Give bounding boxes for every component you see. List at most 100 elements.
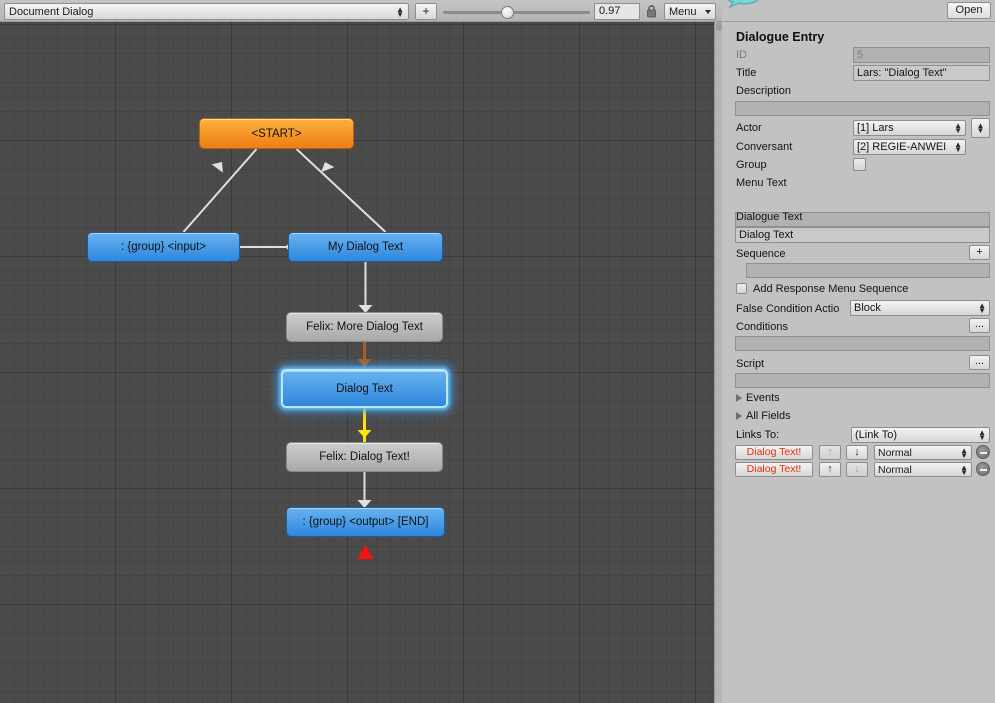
graph-node-felix2[interactable]: Felix: Dialog Text!: [286, 442, 443, 472]
open-button[interactable]: Open: [947, 2, 991, 19]
id-field: 5: [853, 47, 990, 63]
link-move-up-button[interactable]: ↑: [819, 462, 841, 477]
graph-node-label: My Dialog Text: [328, 241, 403, 253]
inspector-pane: Open Dialogue Entry ID 5 Title Lars: "Di…: [722, 0, 995, 703]
inspector-body: Dialogue Entry ID 5 Title Lars: "Dialog …: [722, 23, 995, 703]
menu-dropdown[interactable]: Menu: [664, 3, 716, 20]
graph-editor-pane: Document Dialog ▲▼ + 0.97 Menu: [0, 0, 722, 703]
group-row: Group: [722, 157, 995, 175]
link-start-to-input: [184, 149, 257, 232]
chevron-right-icon: [736, 412, 742, 420]
graph-node-label: : {group} <output> [END]: [303, 516, 429, 528]
link-move-up-button: ↑: [819, 445, 841, 460]
group-checkbox[interactable]: [853, 158, 866, 171]
conditions-input[interactable]: [735, 336, 990, 351]
link-arrowhead-icon: [212, 158, 228, 173]
lock-icon[interactable]: [646, 5, 657, 18]
sequence-row: Sequence +: [722, 246, 995, 264]
false-condition-row: False Condition Actio Block ▲▼: [722, 301, 995, 319]
false-condition-dropdown[interactable]: Block ▲▼: [850, 300, 990, 316]
sequence-input[interactable]: [746, 263, 990, 278]
sequence-label: Sequence: [736, 248, 786, 260]
dialogue-editor-window: Document Dialog ▲▼ + 0.97 Menu: [0, 0, 995, 703]
conditions-label: Conditions: [736, 321, 788, 333]
chevron-updown-icon: ▲ ▼: [978, 430, 986, 440]
id-row: ID 5: [722, 47, 995, 65]
graph-node-label: Felix: More Dialog Text: [306, 321, 423, 333]
document-selector-label: Document Dialog: [9, 6, 396, 18]
title-row: Title Lars: "Dialog Text": [722, 65, 995, 83]
chevron-right-icon: [736, 394, 742, 402]
links-to-dropdown[interactable]: (Link To) ▲▼: [851, 427, 990, 443]
link-arrowhead-icon: [358, 359, 372, 367]
chevron-updown-icon: ▲ ▼: [954, 142, 962, 152]
graph-node-mydlg[interactable]: My Dialog Text: [288, 232, 443, 262]
graph-node-felix1[interactable]: Felix: More Dialog Text: [286, 312, 443, 342]
menu-text-row: Menu Text: [722, 175, 995, 193]
script-row: Script ...: [722, 356, 995, 374]
chevron-updown-icon: ▲ ▼: [977, 123, 985, 133]
all-fields-foldout[interactable]: All Fields: [736, 410, 791, 422]
document-selector-dropdown[interactable]: Document Dialog ▲▼: [4, 3, 409, 20]
link-priority-dropdown[interactable]: Normal▲▼: [874, 462, 972, 477]
link-start-to-mydialog: [297, 149, 386, 232]
chevron-down-icon: [705, 10, 711, 14]
inspector-header: Open: [722, 0, 995, 22]
link-move-down-button[interactable]: ↓: [846, 445, 868, 460]
events-label: Events: [746, 392, 780, 404]
chevron-updown-icon: ▲ ▼: [954, 123, 962, 133]
zoom-slider[interactable]: [443, 11, 590, 14]
graph-node-start[interactable]: <START>: [199, 118, 354, 149]
link-remove-button[interactable]: [976, 445, 990, 459]
link-target-button[interactable]: Dialog Text!: [735, 462, 813, 477]
graph-node-label: : {group} <input>: [121, 241, 206, 253]
actor-dropdown[interactable]: [1] Lars ▲▼: [853, 120, 966, 136]
menu-dropdown-label: Menu: [669, 6, 705, 18]
description-input[interactable]: [735, 101, 990, 116]
conditions-edit-button[interactable]: ...: [969, 318, 990, 333]
chevron-updown-icon: ▲ ▼: [960, 448, 968, 458]
link-target-button[interactable]: Dialog Text!: [735, 445, 813, 460]
link-remove-button[interactable]: [976, 462, 990, 476]
node-graph-canvas[interactable]: <START> : {group} <input> My Dialog Text Fe…: [0, 22, 714, 703]
node-links-layer: [0, 22, 714, 703]
add-response-menu-label: Add Response Menu Sequence: [753, 283, 908, 295]
actor-picker-button[interactable]: ▲ ▼: [971, 118, 990, 138]
links-to-value: (Link To): [855, 429, 978, 441]
events-foldout[interactable]: Events: [736, 392, 780, 404]
conversant-row: Conversant [2] REGIE-ANWEI ▲▼: [722, 139, 995, 157]
add-response-menu-checkbox[interactable]: [736, 283, 747, 294]
add-response-menu-row: Add Response Menu Sequence: [722, 283, 995, 301]
sequence-add-button[interactable]: +: [969, 245, 990, 260]
all-fields-label: All Fields: [746, 410, 791, 422]
chevron-updown-icon: ▲ ▼: [396, 7, 404, 17]
conditions-row: Conditions ...: [722, 319, 995, 337]
dialogue-text-row: Dialogue Text: [722, 209, 995, 227]
add-document-button[interactable]: +: [415, 3, 437, 20]
link-end-marker-icon: [358, 545, 374, 559]
false-condition-value: Block: [854, 302, 978, 314]
script-input[interactable]: [735, 373, 990, 388]
dialogue-text-input[interactable]: Dialog Text: [735, 227, 990, 243]
link-priority-value: Normal: [878, 447, 960, 459]
links-to-label: Links To:: [736, 429, 779, 441]
graph-vertical-scrollbar[interactable]: [714, 22, 722, 703]
title-input[interactable]: Lars: "Dialog Text": [853, 65, 990, 81]
conversant-value: [2] REGIE-ANWEI: [857, 141, 954, 153]
graph-node-input[interactable]: : {group} <input>: [87, 232, 240, 262]
chevron-updown-icon: ▲ ▼: [960, 465, 968, 475]
link-row: Dialog Text!↑↓Normal▲▼: [722, 462, 995, 477]
menu-text-label: Menu Text: [736, 177, 787, 189]
chevron-updown-icon: ▲ ▼: [978, 303, 986, 313]
graph-node-output[interactable]: : {group} <output> [END]: [286, 507, 445, 537]
conversant-dropdown[interactable]: [2] REGIE-ANWEI ▲▼: [853, 139, 966, 155]
script-edit-button[interactable]: ...: [969, 355, 990, 370]
graph-node-sel[interactable]: Dialog Text: [281, 369, 448, 408]
group-label: Group: [736, 159, 767, 171]
id-label: ID: [736, 49, 747, 61]
link-priority-dropdown[interactable]: Normal▲▼: [874, 445, 972, 460]
zoom-value-input[interactable]: 0.97: [594, 3, 640, 20]
graph-node-label: Felix: Dialog Text!: [319, 451, 410, 463]
link-arrowhead-icon: [318, 160, 334, 172]
zoom-slider-knob[interactable]: [501, 6, 514, 19]
